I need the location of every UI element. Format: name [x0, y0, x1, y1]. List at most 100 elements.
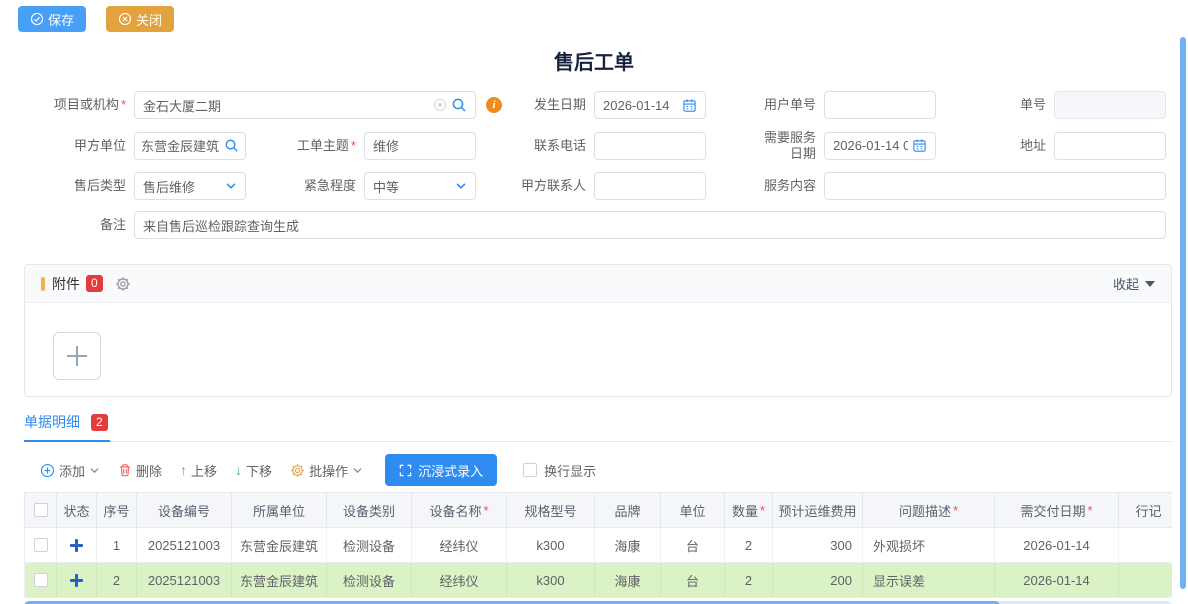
- col-header-sel[interactable]: [25, 493, 57, 527]
- close-button-label: 关闭: [136, 10, 162, 29]
- calendar-icon[interactable]: [912, 138, 927, 153]
- cell-status: [57, 563, 97, 597]
- occur-date-field[interactable]: 2026-01-14: [594, 91, 706, 119]
- subject-field[interactable]: 维修: [364, 132, 476, 160]
- batch-ops-button[interactable]: 批操作: [290, 461, 363, 480]
- cell-qty: 2: [725, 528, 773, 562]
- move-down-button[interactable]: ↓ 下移: [235, 461, 272, 480]
- table-row[interactable]: 12025121003东营金辰建筑检测设备经纬仪k300海康台2300外观损坏2…: [24, 528, 1172, 563]
- arrow-down-icon: ↓: [235, 462, 242, 478]
- col-header-device_name: 设备名称: [412, 493, 507, 527]
- service-date-field[interactable]: 2026-01-14 00:00: [824, 132, 936, 160]
- trash-icon: [118, 463, 132, 477]
- occur-date-value: 2026-01-14: [603, 98, 678, 113]
- col-header-category: 设备类别: [327, 493, 412, 527]
- col-header-brand: 品牌: [595, 493, 661, 527]
- chevron-down-icon: [352, 465, 363, 476]
- save-button[interactable]: 保存: [18, 6, 86, 32]
- cell-owner_unit: 东营金辰建筑: [232, 528, 327, 562]
- check-circle-icon: [30, 12, 44, 26]
- gear-icon[interactable]: [115, 276, 131, 292]
- triangle-down-icon: [1145, 281, 1155, 287]
- row-checkbox[interactable]: [34, 538, 48, 552]
- table-row[interactable]: 22025121003东营金辰建筑检测设备经纬仪k300海康台2200显示误差2…: [24, 563, 1172, 598]
- wrap-display-checkbox[interactable]: [523, 463, 537, 477]
- info-icon[interactable]: [486, 97, 502, 113]
- calendar-icon[interactable]: [682, 98, 697, 113]
- col-header-owner_unit: 所属单位: [232, 493, 327, 527]
- section-marker: [41, 277, 45, 291]
- select-all-checkbox[interactable]: [34, 503, 48, 517]
- move-up-button[interactable]: ↑ 上移: [180, 461, 217, 480]
- party-a-contact-label: 甲方联系人: [476, 178, 594, 194]
- attachments-panel: 附件 0 收起: [24, 264, 1172, 397]
- immersive-entry-button[interactable]: 沉浸式录入: [385, 454, 497, 486]
- cell-model: k300: [507, 563, 595, 597]
- project-value: 金石大厦二期: [143, 96, 429, 115]
- vertical-scrollbar-thumb[interactable]: [1180, 37, 1186, 589]
- remark-field[interactable]: 来自售后巡检跟踪查询生成: [134, 211, 1166, 239]
- cell-sel[interactable]: [25, 563, 57, 597]
- phone-field[interactable]: [594, 132, 706, 160]
- col-header-due_date: 需交付日期: [995, 493, 1119, 527]
- delete-row-button[interactable]: 删除: [118, 461, 162, 480]
- order-form: 项目或机构 金石大厦二期 发生日期 2026-01-14 用户单号 单号 甲方单…: [0, 91, 1188, 239]
- party-a-unit-label: 甲方单位: [16, 138, 134, 154]
- detail-table-wrapper: 状态序号设备编号所属单位设备类别设备名称规格型号品牌单位数量预计运维费用问题描述…: [24, 492, 1172, 598]
- cell-model: k300: [507, 528, 595, 562]
- chevron-down-icon: [89, 465, 100, 476]
- cell-brand: 海康: [595, 528, 661, 562]
- cell-category: 检测设备: [327, 563, 412, 597]
- add-attachment-button[interactable]: [53, 332, 101, 380]
- search-icon[interactable]: [224, 138, 239, 153]
- service-content-label: 服务内容: [706, 178, 824, 194]
- cell-sel[interactable]: [25, 528, 57, 562]
- project-label: 项目或机构: [16, 97, 134, 113]
- phone-label: 联系电话: [476, 138, 594, 154]
- row-status-plus-icon: [70, 574, 83, 587]
- gear-icon: [290, 463, 305, 478]
- urgency-label: 紧急程度: [246, 178, 364, 194]
- arrow-up-icon: ↑: [180, 462, 187, 478]
- aftersales-type-select[interactable]: 售后维修: [134, 172, 246, 200]
- urgency-select[interactable]: 中等: [364, 172, 476, 200]
- cell-est_cost: 300: [773, 528, 863, 562]
- attachments-count-badge: 0: [86, 275, 103, 292]
- service-date-value: 2026-01-14 00:00: [833, 138, 908, 153]
- fullscreen-icon: [399, 464, 412, 477]
- party-a-unit-field[interactable]: 东营金辰建筑: [134, 132, 246, 160]
- project-field[interactable]: 金石大厦二期: [134, 91, 476, 119]
- row-checkbox[interactable]: [34, 573, 48, 587]
- address-field[interactable]: [1054, 132, 1166, 160]
- col-header-est_cost: 预计运维费用: [773, 493, 863, 527]
- add-row-button[interactable]: 添加: [40, 461, 100, 480]
- col-header-problem: 问题描述: [863, 493, 995, 527]
- top-action-bar: 保存 关闭: [0, 0, 1188, 34]
- cell-device_name: 经纬仪: [412, 563, 507, 597]
- tab-detail[interactable]: 单据明细 2: [24, 412, 110, 442]
- page-title: 售后工单: [0, 46, 1188, 75]
- wrap-display-toggle[interactable]: 换行显示: [523, 461, 596, 480]
- cell-problem: 外观损坏: [863, 528, 995, 562]
- detail-table: 状态序号设备编号所属单位设备类别设备名称规格型号品牌单位数量预计运维费用问题描述…: [24, 492, 1172, 598]
- collapse-toggle[interactable]: 收起: [1113, 274, 1155, 293]
- cell-qty: 2: [725, 563, 773, 597]
- col-header-unit: 单位: [661, 493, 725, 527]
- chevron-down-icon: [225, 180, 237, 192]
- user-order-no-field[interactable]: [824, 91, 936, 119]
- service-content-field[interactable]: [824, 172, 1166, 200]
- close-button[interactable]: 关闭: [106, 6, 174, 32]
- clear-icon[interactable]: [433, 98, 447, 112]
- search-icon[interactable]: [451, 97, 467, 113]
- service-date-label: 需要服务日期: [706, 130, 824, 161]
- party-a-contact-field[interactable]: [594, 172, 706, 200]
- attachments-title: 附件: [52, 274, 80, 294]
- x-circle-icon: [118, 12, 132, 26]
- chevron-down-icon: [455, 180, 467, 192]
- cell-seq: 1: [97, 528, 137, 562]
- cell-status: [57, 528, 97, 562]
- attachments-header: 附件 0 收起: [25, 265, 1171, 303]
- plus-circle-icon: [40, 463, 55, 478]
- detail-table-header: 状态序号设备编号所属单位设备类别设备名称规格型号品牌单位数量预计运维费用问题描述…: [24, 492, 1172, 528]
- row-status-plus-icon: [70, 539, 83, 552]
